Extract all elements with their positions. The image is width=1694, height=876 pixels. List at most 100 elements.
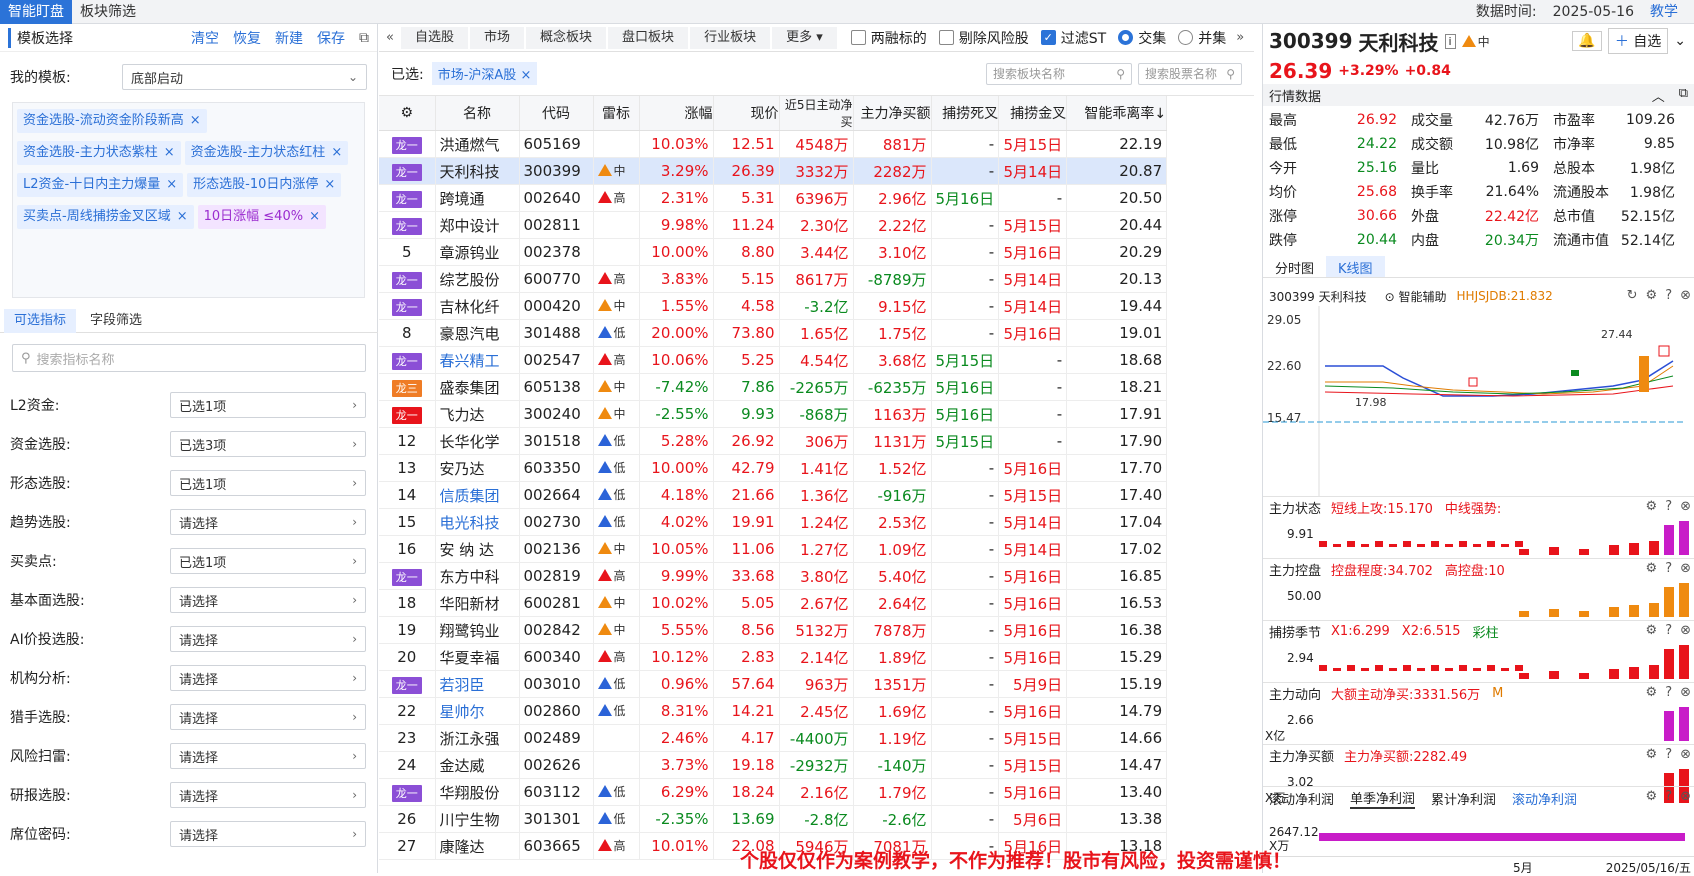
indicator-panel[interactable]: 主力状态 短线上攻:15.170 中线强势: ⚙? ⊗ 9.91 bbox=[1263, 496, 1694, 558]
table-row[interactable]: 22 星帅尔 002860 低 8.31% 14.21 2.45亿 1.69亿 -5月16日 14… bbox=[379, 697, 1168, 725]
gear-icon[interactable]: ⚙ bbox=[1646, 747, 1658, 762]
column-header[interactable]: 智能乖离率↓ bbox=[1066, 96, 1168, 131]
table-row[interactable]: 18 华阳新材 600281 中 10.02% 5.05 2.67亿 2.64亿 -5月16日 1… bbox=[379, 589, 1168, 617]
stock-name[interactable]: 若羽臣 bbox=[440, 676, 485, 694]
gear-icon[interactable]: ⚙ bbox=[1646, 685, 1658, 700]
stock-name[interactable]: 华阳新材 bbox=[440, 595, 500, 613]
refresh-icon[interactable]: ↻ bbox=[1627, 288, 1638, 303]
filter-select[interactable]: 请选择 › bbox=[170, 704, 366, 730]
stock-name[interactable]: 浙江永强 bbox=[440, 730, 500, 748]
assist-toggle[interactable]: ⊙ 智能辅助 bbox=[1385, 288, 1447, 305]
tab-quarter-profit[interactable]: 单季净利润 bbox=[1350, 788, 1416, 809]
my-template-select[interactable]: 底部启动 ⌄ bbox=[122, 64, 367, 90]
close-icon[interactable]: × bbox=[166, 177, 177, 192]
column-header[interactable]: 现价 bbox=[713, 96, 780, 131]
help-icon[interactable]: ? bbox=[1665, 789, 1672, 804]
table-row[interactable]: 20 华夏幸福 600340 高 10.12% 2.83 2.14亿 1.89亿 -5月16日 1… bbox=[379, 643, 1168, 671]
stock-name[interactable]: 川宁生物 bbox=[440, 811, 500, 829]
help-icon[interactable]: ? bbox=[1665, 747, 1672, 762]
stock-name[interactable]: 盛泰集团 bbox=[440, 379, 500, 397]
tab-intraday[interactable]: 分时图 bbox=[1263, 256, 1326, 277]
settings-icon[interactable]: ⚙ bbox=[400, 105, 413, 121]
stock-name[interactable]: 综艺股份 bbox=[440, 271, 500, 289]
tab-optional-indicators[interactable]: 可选指标 bbox=[4, 309, 77, 333]
condition-tag[interactable]: 10日涨幅 ≤40% × bbox=[197, 205, 326, 229]
indicator-panel[interactable]: 捕捞季节 X1:6.299 X2:6.515 彩柱 ⚙? ⊗ 2.94 bbox=[1263, 620, 1694, 682]
table-row[interactable]: 8 豪恩汽电 301488 低 20.00% 73.80 1.65亿 1.75亿 -5月16日 1… bbox=[379, 319, 1168, 347]
close-icon[interactable]: ⊗ bbox=[1680, 789, 1691, 804]
help-icon[interactable]: ? bbox=[1665, 685, 1672, 700]
stock-name[interactable]: 跨境通 bbox=[440, 190, 485, 208]
condition-tag[interactable]: 资金选股-主力状态红柱 × bbox=[184, 141, 349, 165]
tab-market[interactable]: 市场 bbox=[470, 26, 525, 49]
indicator-panel[interactable]: 主力控盘 控盘程度:34.702 高控盘:10 ⚙? ⊗ 50.00 bbox=[1263, 558, 1694, 620]
stock-name[interactable]: 康隆达 bbox=[440, 838, 485, 856]
new-button[interactable]: 新建 bbox=[275, 28, 303, 48]
checkbox-filter-st[interactable]: ✓ 过滤ST bbox=[1040, 28, 1106, 48]
chosen-tag[interactable]: 市场-沪深A股 × bbox=[431, 62, 538, 85]
condition-tag[interactable]: 资金选股-主力状态紫柱 × bbox=[17, 141, 181, 165]
column-header[interactable]: 主力净买额 bbox=[853, 96, 932, 131]
tab-industry[interactable]: 行业板块 bbox=[690, 26, 771, 49]
table-row[interactable]: 23 浙江永强 002489 2.46% 4.17 -4400万 1.19亿 -5月15日 14… bbox=[379, 724, 1168, 752]
info-icon[interactable]: i bbox=[1444, 33, 1456, 49]
column-header[interactable]: 捕捞死叉 bbox=[931, 96, 1000, 131]
stock-name[interactable]: 华翔股份 bbox=[440, 784, 500, 802]
table-row[interactable]: 16 安 纳 达 002136 中 10.05% 11.06 1.27亿 1.09亿 -5月14… bbox=[379, 535, 1168, 563]
table-row[interactable]: 龙一 东方中科 002819 高 9.99% 33.68 3.80亿 5.40亿 -5月16日 1… bbox=[379, 562, 1168, 590]
stock-name[interactable]: 豪恩汽电 bbox=[440, 325, 500, 343]
gear-icon[interactable]: ⚙ bbox=[1646, 561, 1658, 576]
stock-name[interactable]: 金达威 bbox=[440, 757, 485, 775]
stock-name[interactable]: 星帅尔 bbox=[440, 703, 485, 721]
clear-button[interactable]: 清空 bbox=[191, 28, 219, 48]
checkbox-remove-risk[interactable]: 剔除风险股 bbox=[938, 28, 1029, 48]
stock-name[interactable]: 东方中科 bbox=[440, 568, 500, 586]
table-row[interactable]: 13 安乃达 603350 低 10.00% 42.79 1.41亿 1.52亿 -5月16日 1… bbox=[379, 454, 1168, 482]
column-header[interactable]: 涨幅 bbox=[639, 96, 714, 131]
gear-icon[interactable]: ⚙ bbox=[1646, 623, 1658, 638]
teach-link[interactable]: 教学 bbox=[1650, 0, 1678, 24]
tab-cumulative-profit[interactable]: 累计净利润 bbox=[1431, 789, 1496, 808]
bell-icon[interactable]: 🔔 bbox=[1572, 31, 1602, 51]
filter-select[interactable]: 已选1项 › bbox=[170, 392, 366, 418]
tab-more[interactable]: 更多 ▾ bbox=[772, 26, 837, 49]
table-row[interactable]: 龙一 天利科技 300399 中 3.29% 26.39 3332万 2282万 -5月14日 2… bbox=[379, 157, 1168, 185]
filter-select[interactable]: 请选择 › bbox=[170, 665, 366, 691]
indicator-search-input[interactable]: ⚲ 搜索指标名称 bbox=[12, 344, 366, 372]
close-icon[interactable]: × bbox=[309, 209, 320, 224]
add-watch-button[interactable]: ＋ 自选 bbox=[1607, 28, 1669, 54]
restore-button[interactable]: 恢复 bbox=[233, 28, 261, 48]
filter-select[interactable]: 请选择 › bbox=[170, 743, 366, 769]
close-icon[interactable]: × bbox=[520, 68, 531, 83]
close-icon[interactable]: × bbox=[190, 113, 201, 128]
stock-name[interactable]: 长华化学 bbox=[440, 433, 500, 451]
stock-name[interactable]: 春兴精工 bbox=[440, 352, 500, 370]
table-row[interactable]: 龙一 华翔股份 603112 低 6.29% 18.24 2.16亿 1.79亿 -5月16日 1… bbox=[379, 778, 1168, 806]
stock-name[interactable]: 天利科技 bbox=[440, 163, 500, 181]
filter-select[interactable]: 请选择 › bbox=[170, 509, 366, 535]
close-icon[interactable]: ⊗ bbox=[1680, 499, 1691, 514]
filter-select[interactable]: 请选择 › bbox=[170, 821, 366, 847]
popout-icon[interactable]: ⧉ bbox=[1679, 86, 1688, 105]
column-header[interactable]: 代码 bbox=[519, 96, 594, 131]
stock-name[interactable]: 信质集团 bbox=[440, 487, 500, 505]
filter-select[interactable]: 已选3项 › bbox=[170, 431, 366, 457]
radio-union[interactable]: 并集 bbox=[1178, 28, 1226, 48]
collapse-left-icon[interactable]: « bbox=[379, 30, 401, 45]
chevron-down-icon[interactable]: ⌄ bbox=[1674, 33, 1686, 49]
column-header[interactable]: 雷标 bbox=[593, 96, 640, 131]
help-icon[interactable]: ? bbox=[1665, 288, 1672, 303]
radio-intersection[interactable]: 交集 bbox=[1118, 28, 1166, 48]
condition-tag[interactable]: 形态选股-10日内涨停 × bbox=[187, 173, 342, 197]
block-search-input[interactable]: 搜索板块名称 ⚲ bbox=[986, 62, 1132, 85]
close-icon[interactable]: × bbox=[177, 209, 188, 224]
condition-tag[interactable]: 买卖点-周线捕捞金叉区域 × bbox=[17, 205, 194, 229]
filter-select[interactable]: 请选择 › bbox=[170, 626, 366, 652]
tab-rolling-profit[interactable]: 滚动净利润 bbox=[1512, 789, 1577, 808]
column-header[interactable]: 捕捞金叉 bbox=[998, 96, 1068, 131]
tab-sector-filter[interactable]: 板块筛选 bbox=[72, 0, 144, 24]
collapse-icon[interactable]: ︿ bbox=[1652, 86, 1665, 105]
stock-name[interactable]: 章源钨业 bbox=[440, 244, 500, 262]
condition-tag[interactable]: L2资金-十日内主力爆量 × bbox=[17, 173, 184, 197]
table-row[interactable]: 15 电光科技 002730 低 4.02% 19.91 1.24亿 2.53亿 -5月14日 1… bbox=[379, 508, 1168, 536]
